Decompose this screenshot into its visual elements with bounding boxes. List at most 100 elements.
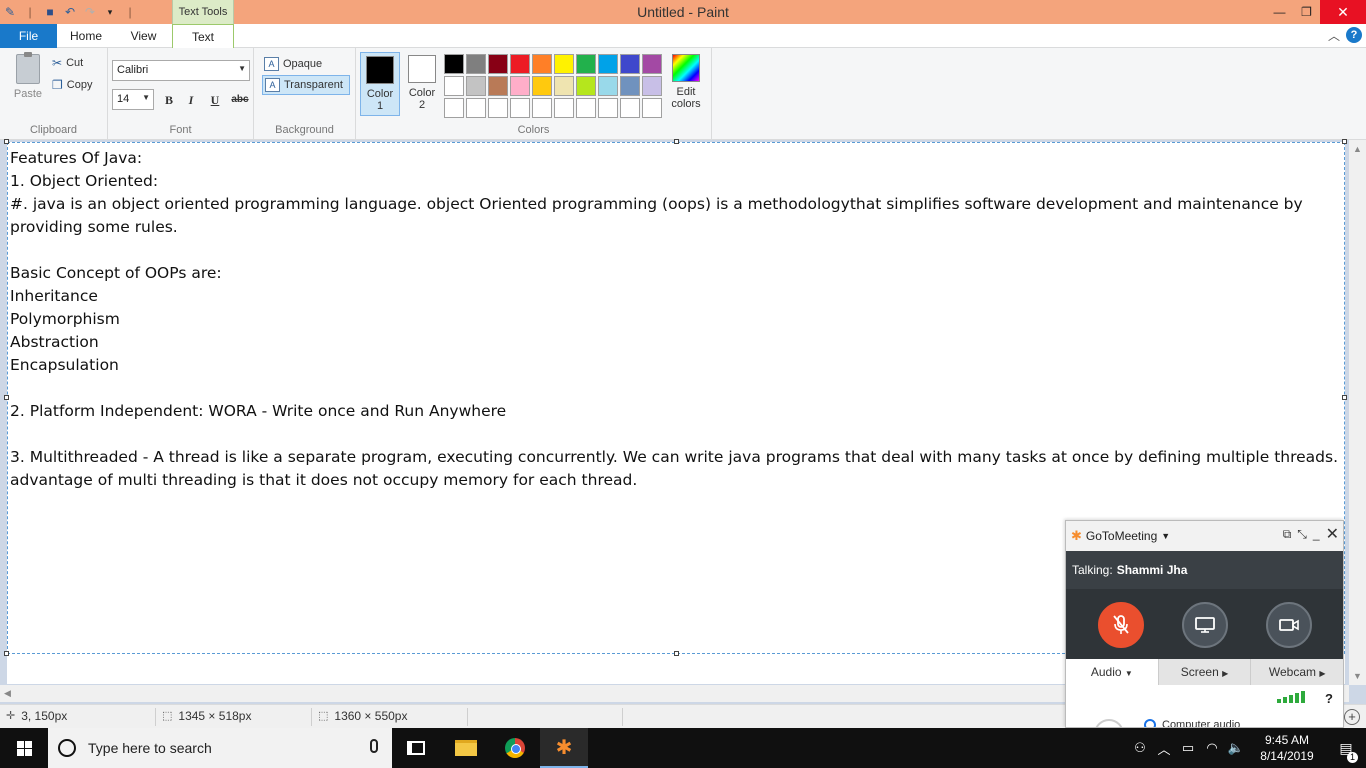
palette-color-swatch[interactable] xyxy=(554,76,574,96)
palette-color-swatch[interactable] xyxy=(444,54,464,74)
palette-color-swatch[interactable] xyxy=(620,54,640,74)
close-button[interactable]: ✕ xyxy=(1320,0,1366,24)
chevron-up-icon[interactable]: ︿ xyxy=(1152,739,1176,758)
italic-button[interactable]: I xyxy=(182,91,200,109)
collapse-ribbon-icon[interactable]: ︿ xyxy=(1328,27,1340,44)
volume-icon[interactable]: 🔈 xyxy=(1224,740,1248,756)
resize-handle-bl[interactable] xyxy=(4,651,9,656)
resize-handle-tr[interactable] xyxy=(1342,139,1347,144)
webcam-button[interactable] xyxy=(1266,602,1312,648)
text-line[interactable]: 3. Multithreaded - A thread is like a se… xyxy=(10,446,1342,469)
tab-webcam[interactable]: Webcam ▶ xyxy=(1250,659,1343,685)
palette-color-swatch[interactable] xyxy=(488,98,508,118)
palette-color-swatch[interactable] xyxy=(576,76,596,96)
minimize-icon[interactable]: _ xyxy=(1313,527,1320,543)
palette-color-swatch[interactable] xyxy=(510,76,530,96)
text-line[interactable]: Features Of Java: xyxy=(10,147,1342,170)
text-line[interactable]: Basic Concept of OOPs are: xyxy=(10,262,1342,285)
resize-handle-tm[interactable] xyxy=(674,139,679,144)
palette-color-swatch[interactable] xyxy=(554,98,574,118)
text-line[interactable]: advantage of multi threading is that it … xyxy=(10,469,1342,492)
text-line[interactable]: #. java is an object oriented programmin… xyxy=(10,193,1342,216)
close-icon[interactable]: ✕ xyxy=(1326,527,1339,543)
palette-color-swatch[interactable] xyxy=(620,98,640,118)
tab-home[interactable]: Home xyxy=(57,24,115,48)
text-line[interactable]: 2. Platform Independent: WORA - Write on… xyxy=(10,400,1342,423)
scroll-left-icon[interactable]: ◀ xyxy=(4,688,11,699)
underline-button[interactable]: U xyxy=(206,91,224,109)
collapse-icon[interactable]: ⤡ xyxy=(1297,527,1307,543)
cut-button[interactable]: ✂ Cut xyxy=(52,56,83,70)
tab-view[interactable]: View xyxy=(115,24,172,48)
palette-color-swatch[interactable] xyxy=(576,98,596,118)
palette-color-swatch[interactable] xyxy=(642,98,662,118)
microphone-icon[interactable] xyxy=(370,739,378,753)
palette-color-swatch[interactable] xyxy=(532,98,552,118)
action-center-button[interactable]: ▤ 1 xyxy=(1326,740,1366,763)
palette-color-swatch[interactable] xyxy=(466,76,486,96)
mute-microphone-button[interactable] xyxy=(1098,602,1144,648)
palette-color-swatch[interactable] xyxy=(532,76,552,96)
tab-file[interactable]: File xyxy=(0,24,57,48)
color-1-button[interactable]: Color 1 xyxy=(360,52,400,116)
palette-color-swatch[interactable] xyxy=(444,98,464,118)
palette-color-swatch[interactable] xyxy=(532,54,552,74)
paste-button[interactable]: Paste xyxy=(8,52,48,108)
font-family-select[interactable]: Calibri ▼ xyxy=(112,60,250,81)
text-line[interactable]: providing some rules. xyxy=(10,216,1342,239)
start-button[interactable] xyxy=(0,728,48,768)
task-view-button[interactable] xyxy=(392,728,440,768)
resize-handle-mr[interactable] xyxy=(1342,395,1347,400)
chrome-button[interactable] xyxy=(491,728,539,768)
gotomeeting-menu[interactable]: ✱ GoToMeeting ▼ xyxy=(1071,528,1170,544)
help-icon[interactable]: ? xyxy=(1346,27,1362,43)
clock[interactable]: 9:45 AM 8/14/2019 xyxy=(1248,732,1326,764)
palette-color-swatch[interactable] xyxy=(466,54,486,74)
opaque-button[interactable]: A Opaque xyxy=(262,54,350,74)
save-icon[interactable]: ■ xyxy=(40,0,60,24)
zoom-in-icon[interactable]: + xyxy=(1344,709,1360,725)
font-size-select[interactable]: 14 ▼ xyxy=(112,89,154,110)
paint-app-icon[interactable]: ✎ xyxy=(0,0,20,24)
palette-color-swatch[interactable] xyxy=(488,54,508,74)
resize-handle-ml[interactable] xyxy=(4,395,9,400)
color-2-button[interactable]: Color 2 xyxy=(402,52,442,116)
bold-button[interactable]: B xyxy=(160,91,178,109)
palette-color-swatch[interactable] xyxy=(642,76,662,96)
popout-icon[interactable]: ⧉ xyxy=(1283,527,1292,543)
customize-qat-icon[interactable]: ▾ xyxy=(100,0,120,24)
palette-color-swatch[interactable] xyxy=(620,76,640,96)
text-line[interactable] xyxy=(10,423,1342,446)
scroll-up-icon[interactable]: ▲ xyxy=(1353,144,1362,154)
palette-color-swatch[interactable] xyxy=(642,54,662,74)
taskbar-search[interactable]: Type here to search xyxy=(48,728,392,768)
palette-color-swatch[interactable] xyxy=(510,98,530,118)
tab-screen[interactable]: Screen ▶ xyxy=(1157,659,1251,685)
text-line[interactable]: Polymorphism xyxy=(10,308,1342,331)
tab-text[interactable]: Text xyxy=(172,24,234,49)
computer-audio-radio[interactable] xyxy=(1144,719,1156,727)
battery-icon[interactable]: ▭ xyxy=(1176,740,1200,756)
palette-color-swatch[interactable] xyxy=(466,98,486,118)
copy-button[interactable]: ❐ Copy xyxy=(52,78,92,92)
text-line[interactable]: Encapsulation xyxy=(10,354,1342,377)
text-content[interactable]: Features Of Java: 1. Object Oriented: #. j… xyxy=(10,147,1342,492)
minimize-button[interactable]: — xyxy=(1266,0,1293,24)
vertical-scrollbar[interactable]: ▲ ▼ xyxy=(1349,140,1366,685)
transparent-button[interactable]: A Transparent xyxy=(262,75,350,95)
palette-color-swatch[interactable] xyxy=(598,76,618,96)
computer-audio-option[interactable]: Computer audio xyxy=(1144,719,1240,727)
text-line[interactable]: Abstraction xyxy=(10,331,1342,354)
palette-color-swatch[interactable] xyxy=(554,54,574,74)
edit-colors-button[interactable]: Edit colors xyxy=(666,54,706,110)
text-line[interactable]: 1. Object Oriented: xyxy=(10,170,1342,193)
strikethrough-button[interactable]: abc xyxy=(228,91,252,109)
text-line[interactable] xyxy=(10,239,1342,262)
palette-color-swatch[interactable] xyxy=(488,76,508,96)
text-line[interactable]: Inheritance xyxy=(10,285,1342,308)
people-icon[interactable]: ⚇ xyxy=(1128,740,1152,756)
file-explorer-button[interactable] xyxy=(442,728,490,768)
share-screen-button[interactable] xyxy=(1182,602,1228,648)
palette-color-swatch[interactable] xyxy=(510,54,530,74)
redo-icon[interactable]: ↷ xyxy=(80,0,100,24)
